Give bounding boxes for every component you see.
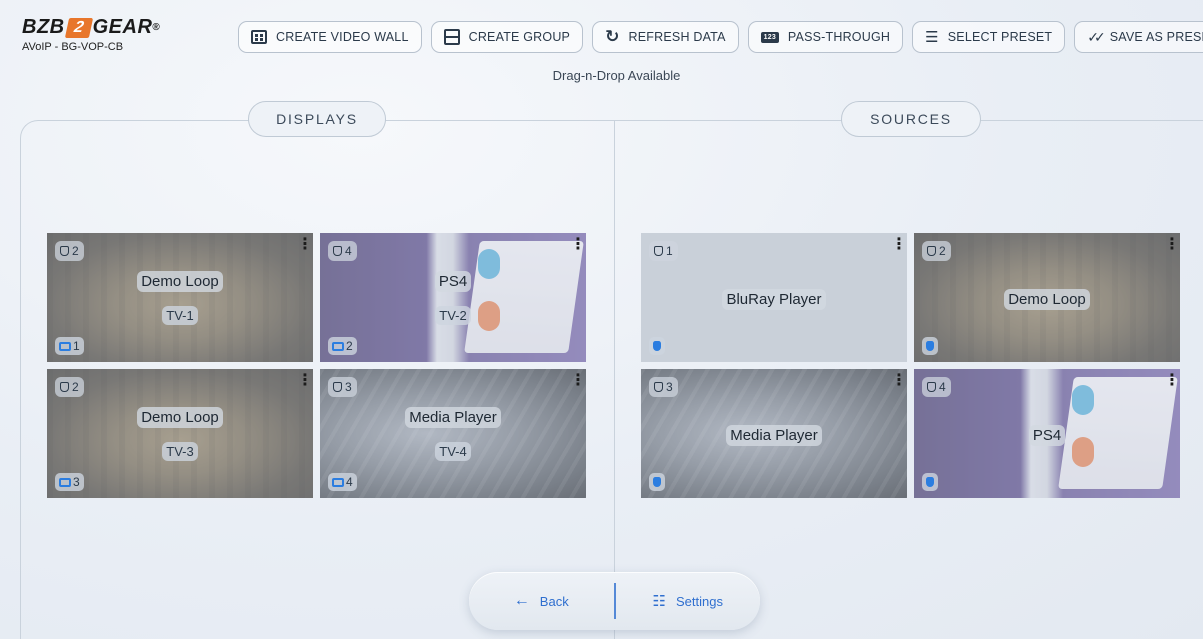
create-video-wall-label: CREATE VIDEO WALL: [276, 30, 409, 44]
source-tile[interactable]: 2 ⋮ Demo Loop: [914, 233, 1180, 362]
create-group-button[interactable]: CREATE GROUP: [430, 21, 584, 53]
assigned-source-label: Demo Loop: [137, 407, 223, 428]
display-tile[interactable]: 2 ⋮ Demo Loop TV-1 1: [47, 233, 313, 362]
display-number-badge: 3: [55, 473, 84, 491]
port-badge: 3: [328, 377, 357, 397]
monitor-icon: [59, 341, 71, 351]
source-tile[interactable]: 4 ⋮ PS4: [914, 369, 1180, 498]
brand-logo-mark: 2: [64, 17, 93, 38]
displays-heading: DISPLAYS: [248, 101, 386, 137]
registered-mark: ®: [152, 22, 161, 33]
back-button[interactable]: ← Back: [469, 572, 614, 630]
brand-name-part3: GEAR: [92, 16, 153, 38]
plug-icon: [926, 477, 934, 487]
pass-through-icon: 123: [760, 31, 779, 43]
arrow-left-icon: ←: [513, 592, 530, 609]
port-badge: 3: [649, 377, 678, 397]
monitor-icon: [332, 341, 344, 351]
device-model: AVoIP - BG-VOP-CB: [22, 41, 124, 53]
assigned-source-label: Media Player: [405, 407, 501, 428]
source-input-badge: [649, 473, 665, 491]
display-tile[interactable]: 2 ⋮ Demo Loop TV-3 3: [47, 369, 313, 498]
port-badge: 4: [328, 241, 357, 261]
group-icon: [443, 29, 460, 45]
more-options-icon[interactable]: ⋮: [1164, 373, 1180, 389]
display-name-label: TV-4: [435, 442, 471, 461]
plug-icon: [926, 341, 934, 351]
video-wall-icon: [251, 30, 267, 44]
select-preset-button[interactable]: ☰ SELECT PRESET: [912, 21, 1066, 53]
more-options-icon[interactable]: ⋮: [297, 237, 313, 253]
settings-label: Settings: [675, 593, 723, 609]
list-icon: ☰: [925, 29, 939, 46]
source-tile[interactable]: 1 ⋮ BluRay Player: [641, 233, 907, 362]
sources-heading: SOURCES: [841, 101, 981, 137]
monitor-icon: [332, 477, 344, 487]
source-input-badge: [649, 337, 665, 355]
plug-icon: [653, 341, 661, 351]
nav-divider: [613, 583, 616, 619]
brand-name: BZB 2 GEAR ®: [22, 16, 160, 39]
more-options-icon[interactable]: ⋮: [891, 237, 907, 253]
more-options-icon[interactable]: ⋮: [891, 373, 907, 389]
more-options-icon[interactable]: ⋮: [570, 373, 586, 389]
source-name-label: BluRay Player: [722, 289, 826, 310]
more-options-icon[interactable]: ⋮: [297, 373, 313, 389]
port-badge: 1: [649, 241, 678, 261]
select-preset-label: SELECT PRESET: [947, 30, 1053, 44]
port-badge: 2: [922, 241, 951, 261]
refresh-icon: ↻: [605, 27, 620, 46]
refresh-data-label: REFRESH DATA: [628, 30, 726, 44]
display-name-label: TV-3: [162, 442, 198, 461]
pass-through-label: PASS-THROUGH: [787, 30, 891, 44]
display-number-badge: 4: [328, 473, 357, 491]
ethernet-icon: [927, 382, 936, 392]
back-label: Back: [539, 593, 569, 609]
display-name-label: TV-1: [162, 306, 198, 325]
bottom-nav: ← Back ☷ Settings: [469, 572, 760, 630]
brand-logo: BZB 2 GEAR ® AVoIP - BG-VOP-CB: [22, 16, 160, 53]
display-tile[interactable]: 3 ⋮ Media Player TV-4 4: [320, 369, 586, 498]
port-badge: 4: [922, 377, 951, 397]
sliders-icon: ☷: [652, 593, 666, 610]
refresh-data-button[interactable]: ↻ REFRESH DATA: [592, 21, 739, 53]
source-name-label: Demo Loop: [1004, 289, 1090, 310]
ethernet-icon: [60, 246, 69, 256]
ethernet-icon: [333, 246, 342, 256]
display-number-badge: 1: [55, 337, 84, 355]
source-input-badge: [922, 337, 938, 355]
source-input-badge: [922, 473, 938, 491]
ethernet-icon: [654, 382, 663, 392]
ethernet-icon: [927, 246, 936, 256]
ethernet-icon: [333, 382, 342, 392]
source-tile[interactable]: 3 ⋮ Media Player: [641, 369, 907, 498]
ethernet-icon: [654, 246, 663, 256]
create-video-wall-button[interactable]: CREATE VIDEO WALL: [238, 21, 422, 53]
toolbar: CREATE VIDEO WALL CREATE GROUP ↻ REFRESH…: [238, 21, 1203, 53]
display-name-label: TV-2: [435, 306, 471, 325]
create-group-label: CREATE GROUP: [468, 30, 571, 44]
monitor-icon: [59, 477, 71, 487]
drag-drop-hint: Drag-n-Drop Available: [552, 68, 681, 83]
source-name-label: PS4: [1028, 425, 1066, 446]
save-as-preset-label: SAVE AS PRESET: [1109, 30, 1203, 44]
plug-icon: [653, 477, 661, 487]
brand-name-part1: BZB: [22, 16, 65, 38]
more-options-icon[interactable]: ⋮: [570, 237, 586, 253]
source-name-label: Media Player: [726, 425, 822, 446]
pass-through-button[interactable]: 123 PASS-THROUGH: [747, 21, 904, 53]
assigned-source-label: PS4: [434, 271, 472, 292]
double-check-icon: ✓✓: [1087, 28, 1106, 45]
assigned-source-label: Demo Loop: [137, 271, 223, 292]
save-as-preset-button[interactable]: ✓✓ SAVE AS PRESET: [1074, 21, 1203, 53]
ethernet-icon: [60, 382, 69, 392]
port-badge: 2: [55, 377, 84, 397]
more-options-icon[interactable]: ⋮: [1164, 237, 1180, 253]
settings-button[interactable]: ☷ Settings: [616, 572, 761, 630]
display-number-badge: 2: [328, 337, 357, 355]
port-badge: 2: [55, 241, 84, 261]
display-tile[interactable]: 4 ⋮ PS4 TV-2 2: [320, 233, 586, 362]
